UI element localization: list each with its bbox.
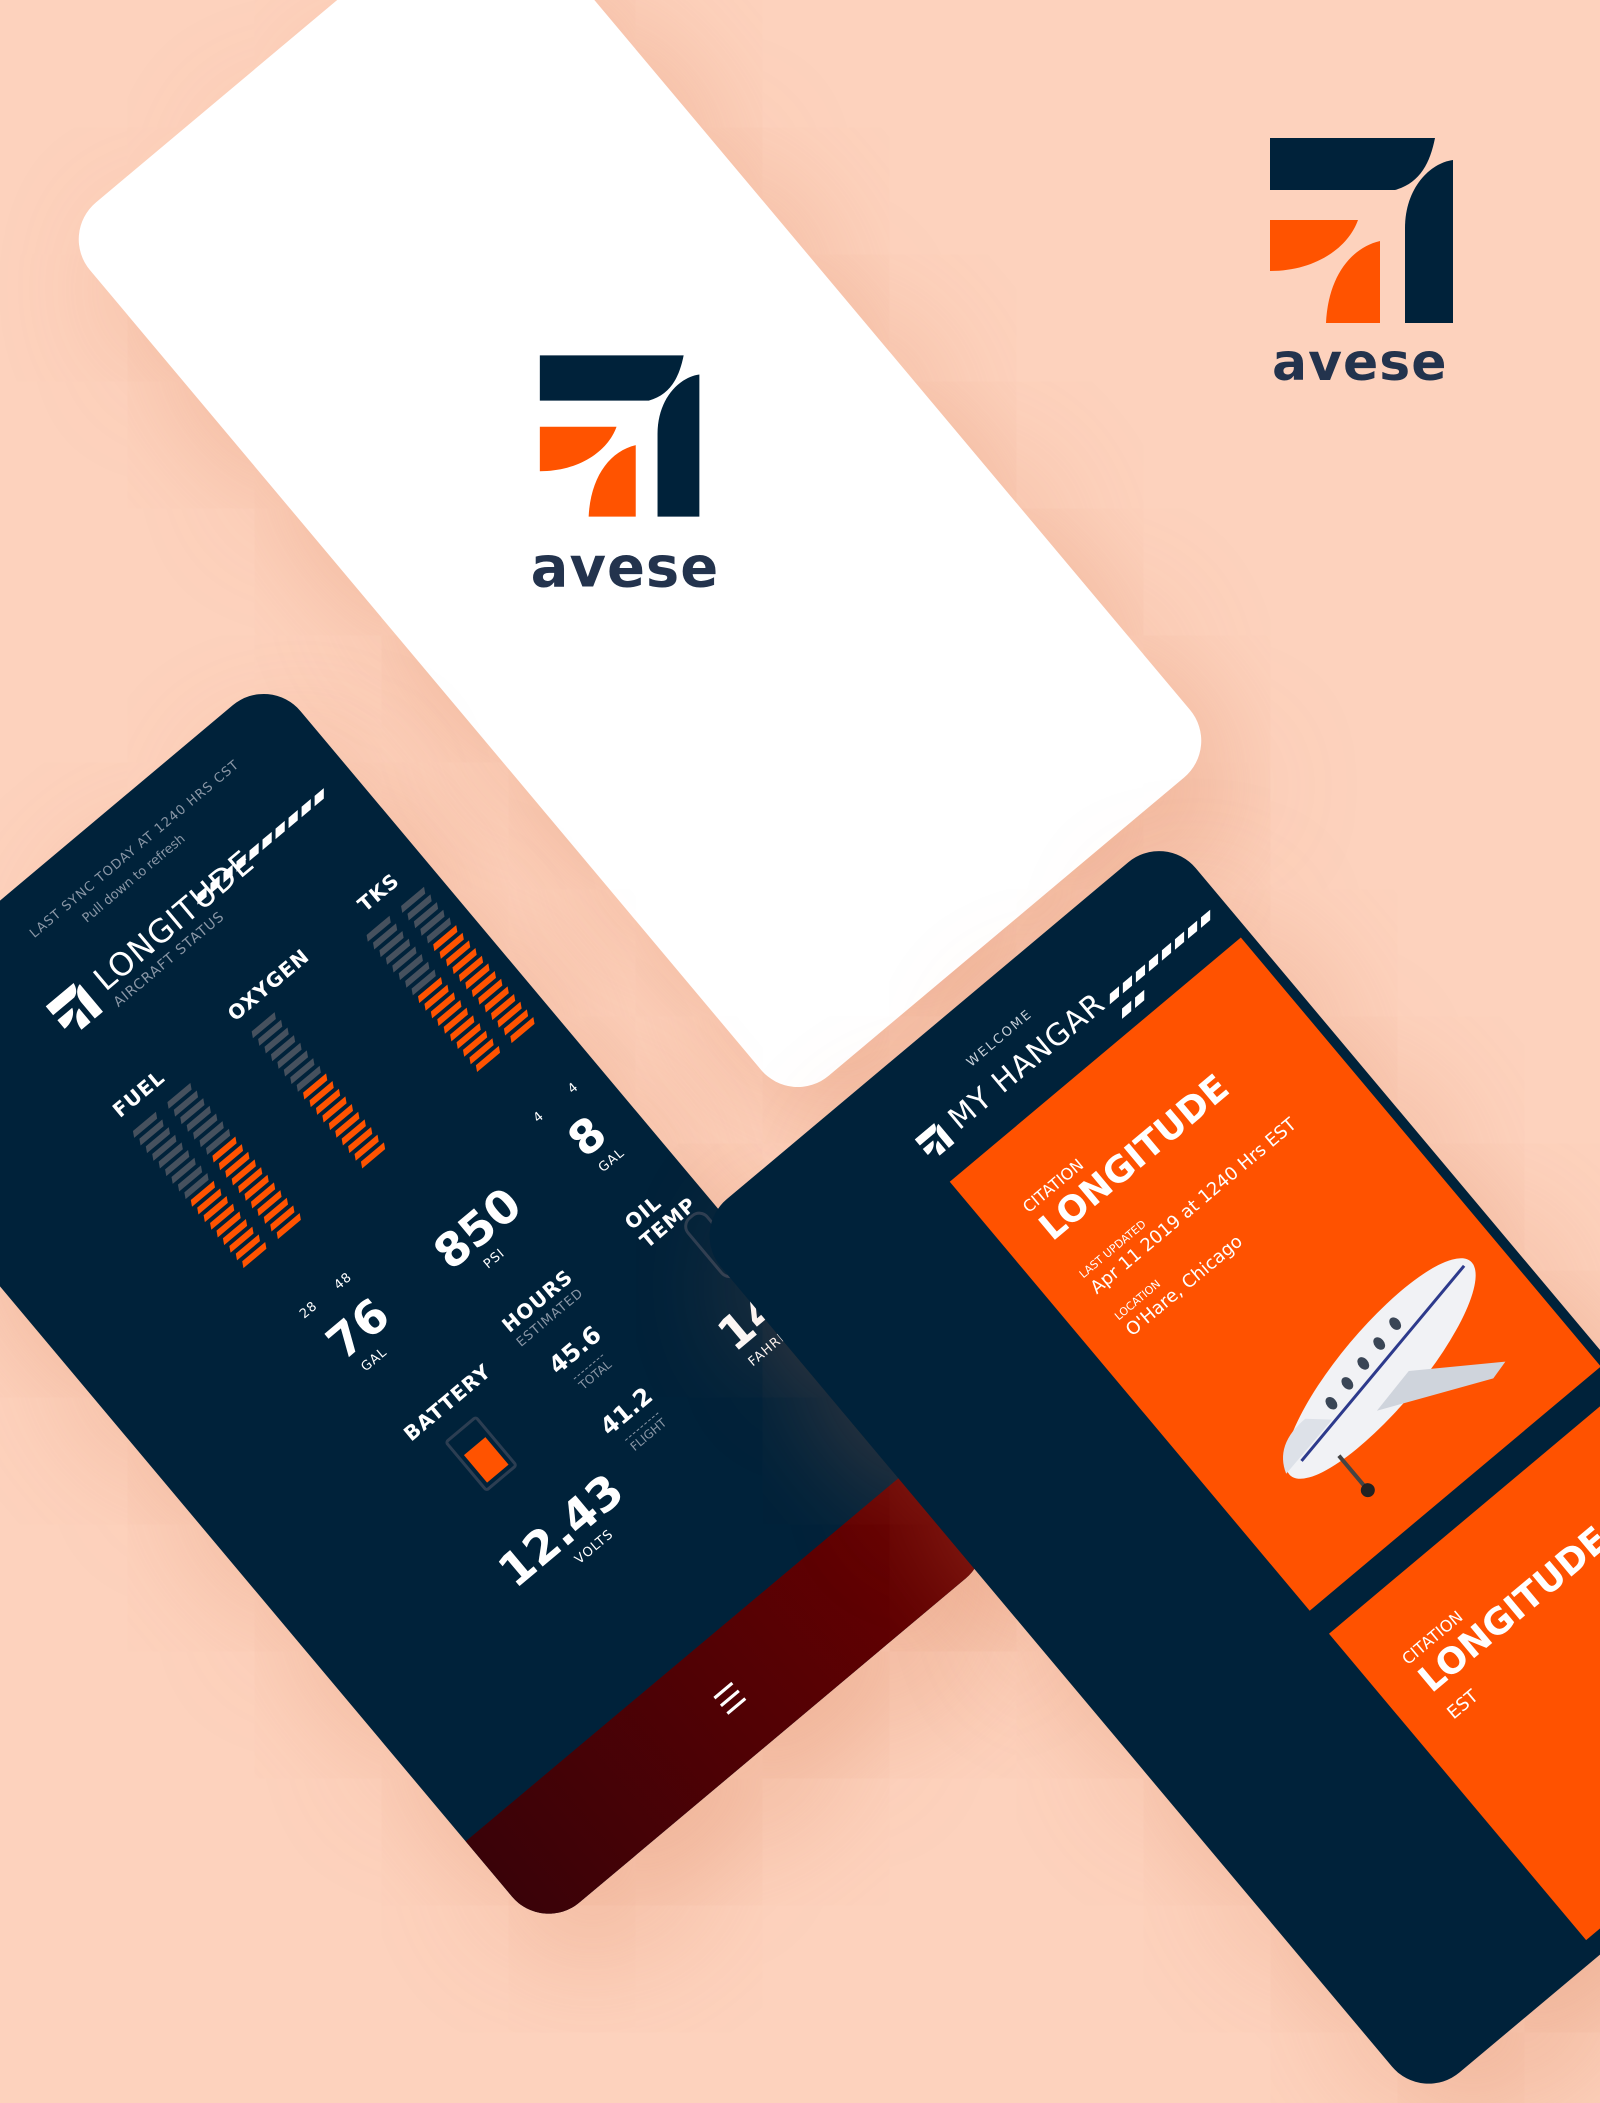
oxygen-gauge (250, 1012, 386, 1169)
tks-max-tick: 4 (565, 1079, 582, 1098)
corner-brand-logo: avese (1270, 138, 1460, 398)
brand-wordmark: avese (1272, 333, 1448, 393)
card2-model-big: LONGITUDE (1411, 1519, 1600, 1701)
fuel-label: FUEL (107, 1065, 170, 1123)
tks-label: TKS (352, 868, 405, 917)
battery-fill (463, 1437, 509, 1483)
avese-small-logo-icon (45, 979, 105, 1040)
fuel-min-tick: 28 (297, 1298, 321, 1323)
oxygen-value: 850 (423, 1176, 532, 1280)
avese-logo-icon (1270, 138, 1453, 323)
splash-wordmark: avese (530, 535, 720, 601)
oxygen-label: OXYGEN (222, 943, 315, 1026)
fuel-max-tick: 48 (331, 1269, 356, 1294)
tks-min-tick: 4 (530, 1108, 548, 1127)
card2-updated-value: EST (1443, 1685, 1483, 1724)
battery-icon (443, 1414, 519, 1493)
splash-logo: avese (523, 355, 733, 600)
avese-logo-icon (539, 355, 700, 517)
avese-small-logo-icon (914, 1120, 956, 1162)
